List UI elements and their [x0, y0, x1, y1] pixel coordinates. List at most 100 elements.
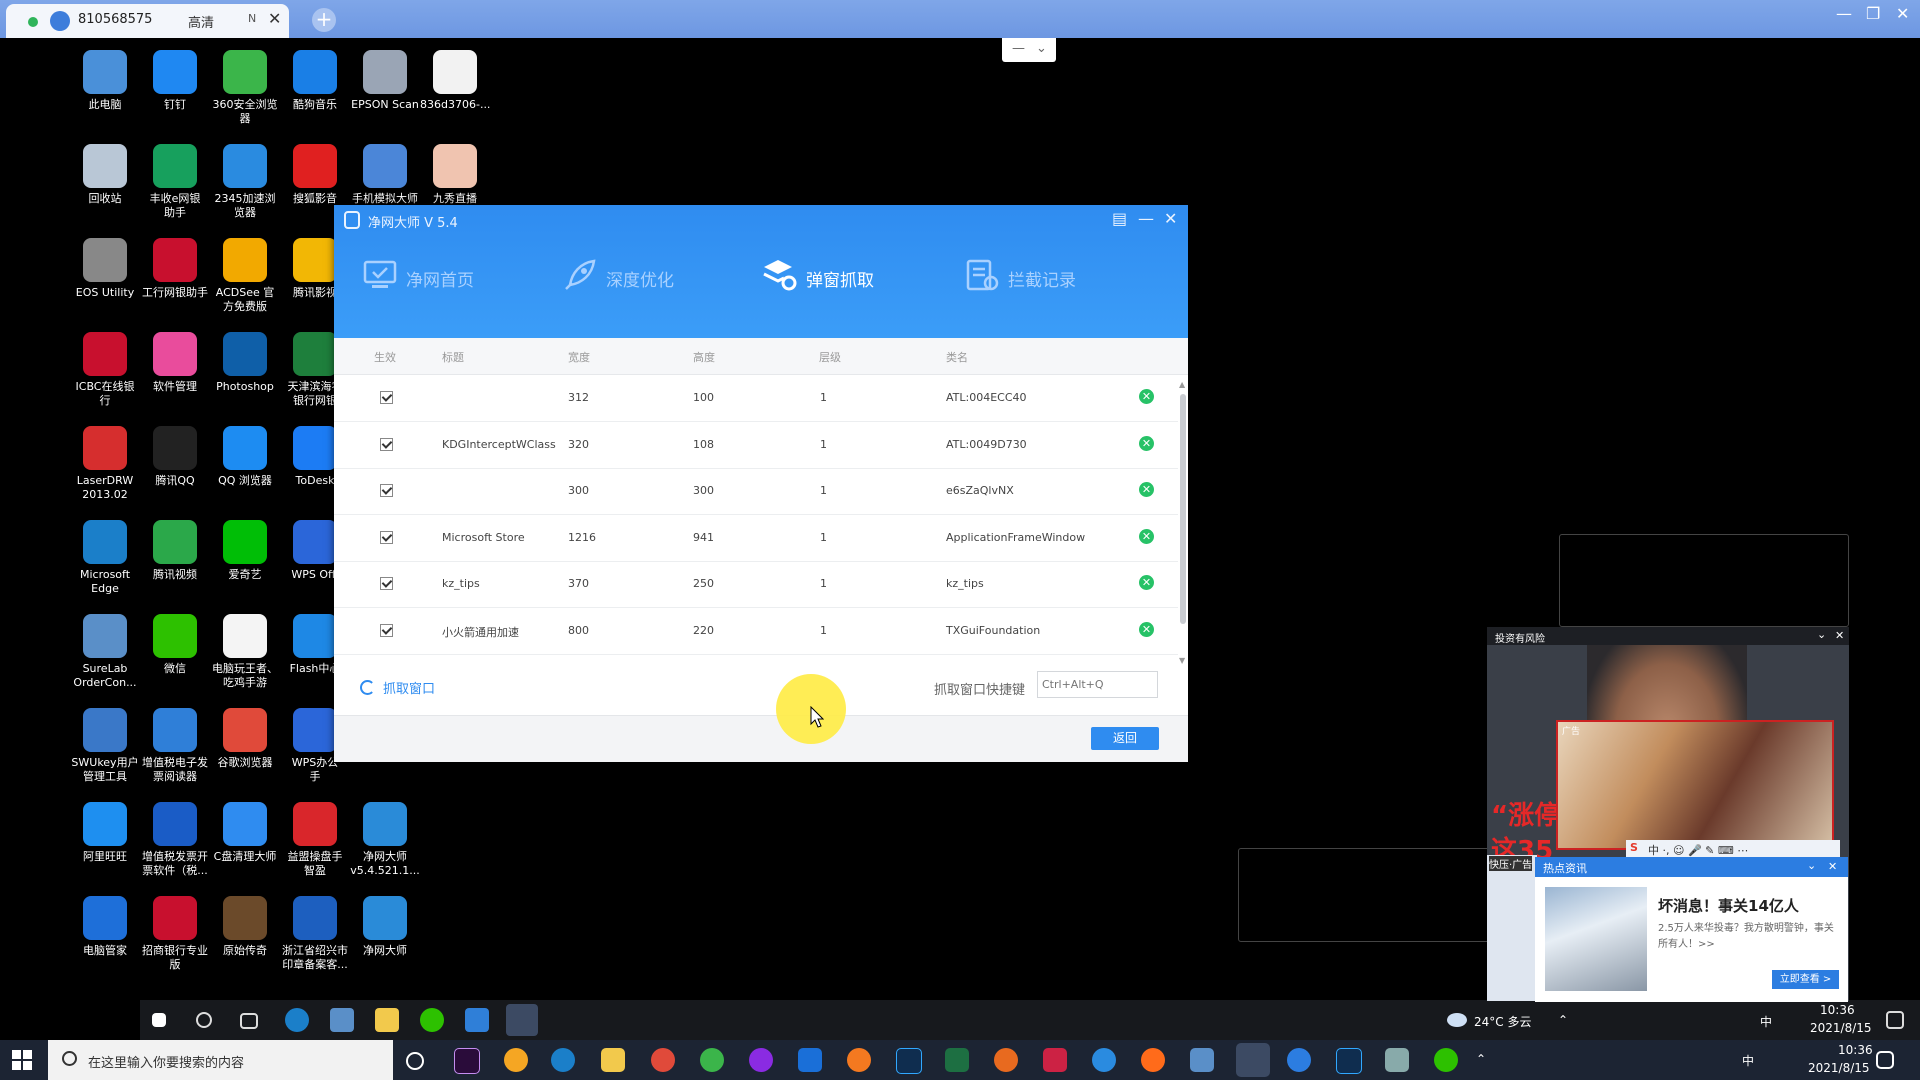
- news-image[interactable]: [1545, 887, 1647, 991]
- table-row[interactable]: Microsoft Store 1216 941 1 ApplicationFrameW…: [334, 515, 1178, 562]
- remove-row-icon[interactable]: ✕: [1139, 621, 1154, 637]
- table-row[interactable]: 312 100 1 ATL:004ECC40 ✕: [334, 375, 1178, 422]
- desktop-icon[interactable]: 增值税电子发 票阅读器: [140, 702, 210, 790]
- desktop-icon[interactable]: 酷狗音乐: [280, 44, 350, 132]
- surelab-icon[interactable]: [330, 1008, 354, 1032]
- news-view-button[interactable]: 立即查看 >: [1772, 970, 1839, 989]
- expand-icon[interactable]: ⌄: [1817, 628, 1826, 641]
- menu-icon[interactable]: ▤: [1112, 209, 1127, 228]
- desktop-icon[interactable]: 836d3706-...: [420, 44, 490, 132]
- x-app-icon[interactable]: [749, 1048, 773, 1072]
- app-triangle-icon[interactable]: [504, 1048, 528, 1072]
- chevron-down-icon[interactable]: ⌄: [1036, 41, 1047, 56]
- enabled-checkbox[interactable]: [380, 391, 393, 404]
- wechat-icon[interactable]: [420, 1008, 444, 1032]
- ie-browser-icon[interactable]: [285, 1008, 309, 1032]
- desktop-icon[interactable]: 360安全浏览 器: [210, 44, 280, 132]
- file-explorer-icon[interactable]: [601, 1048, 625, 1072]
- scroll-down-icon[interactable]: ▼: [1179, 656, 1185, 665]
- photoshop-icon[interactable]: [896, 1048, 922, 1074]
- table-row[interactable]: kz_tips 370 250 1 kz_tips ✕: [334, 561, 1178, 608]
- enabled-checkbox[interactable]: [380, 577, 393, 590]
- desktop-icon[interactable]: 招商银行专业 版: [140, 890, 210, 978]
- hotkey-input[interactable]: [1037, 671, 1158, 698]
- table-scrollbar[interactable]: ▲ ▼: [1178, 380, 1188, 665]
- app-note-icon[interactable]: [1043, 1048, 1067, 1072]
- news-title[interactable]: 坏消息！事关14亿人: [1658, 895, 1799, 916]
- desktop-icon[interactable]: SWUkey用户 管理工具: [70, 702, 140, 790]
- desktop-icon[interactable]: 阿里旺旺: [70, 796, 140, 884]
- windows-start-icon[interactable]: [12, 1050, 32, 1070]
- desktop-icon[interactable]: ACDSee 官 方免费版: [210, 232, 280, 320]
- notification-icon[interactable]: [1886, 1011, 1904, 1029]
- app-generic-icon[interactable]: [1385, 1048, 1409, 1072]
- chrome-icon[interactable]: [651, 1048, 675, 1072]
- enabled-checkbox[interactable]: [380, 530, 393, 544]
- desktop-icon[interactable]: 电脑管家: [70, 890, 140, 978]
- remove-row-icon[interactable]: ✕: [1139, 482, 1154, 497]
- game-ad-image[interactable]: 广告: [1556, 720, 1834, 850]
- desktop-icon[interactable]: 原始传奇: [210, 890, 280, 978]
- desktop-icon[interactable]: 谷歌浏览器: [210, 702, 280, 790]
- enabled-checkbox[interactable]: [380, 437, 393, 451]
- desktop-icon[interactable]: 电脑玩王者、 吃鸡手游: [210, 608, 280, 696]
- action-center-icon[interactable]: [1876, 1051, 1894, 1069]
- excel-icon[interactable]: [945, 1048, 969, 1072]
- back-button[interactable]: 返回: [1091, 727, 1159, 750]
- desktop-icon[interactable]: 益盟操盘手 智盈: [280, 796, 350, 884]
- remove-row-icon[interactable]: ✕: [1139, 528, 1154, 544]
- search-icon[interactable]: [196, 1012, 212, 1028]
- remove-row-icon[interactable]: ✕: [1139, 575, 1154, 590]
- close-tab-button[interactable]: ✕: [268, 9, 281, 28]
- desktop-icon[interactable]: 净网大师: [350, 890, 420, 978]
- desktop-icon[interactable]: 此电脑: [70, 44, 140, 132]
- 360-browser-icon[interactable]: [700, 1048, 724, 1072]
- desktop-icon[interactable]: C盘清理大师: [210, 796, 280, 884]
- remote-mini-toolbar[interactable]: — ⌄: [1002, 38, 1056, 62]
- app-3-icon[interactable]: [798, 1048, 822, 1072]
- task-view-icon[interactable]: [240, 1013, 258, 1029]
- remote-session-tab[interactable]: 810568575 高清 N ✕: [6, 4, 289, 38]
- app-face-icon[interactable]: [994, 1048, 1018, 1072]
- firefox-icon[interactable]: [1141, 1048, 1165, 1072]
- desktop-icon[interactable]: 腾讯视频: [140, 514, 210, 602]
- app-g-icon[interactable]: [847, 1048, 871, 1072]
- app-f-icon[interactable]: [1092, 1048, 1116, 1072]
- close-window-button[interactable]: ✕: [1896, 4, 1909, 23]
- app-window-icon[interactable]: [465, 1008, 489, 1032]
- desktop-icon[interactable]: EPSON Scan: [350, 44, 420, 132]
- desktop-icon[interactable]: Photoshop: [210, 326, 280, 414]
- file-explorer-icon[interactable]: [375, 1008, 399, 1032]
- tray-chevron-up-icon[interactable]: ⌃: [1558, 1013, 1568, 1027]
- tray-chevron-up-icon[interactable]: ⌃: [1476, 1052, 1486, 1066]
- remove-row-icon[interactable]: ✕: [1139, 435, 1154, 451]
- enabled-checkbox[interactable]: [380, 623, 393, 637]
- windows-start-icon[interactable]: [152, 1013, 166, 1027]
- scroll-thumb[interactable]: [1180, 394, 1186, 624]
- desktop-icon[interactable]: 软件管理: [140, 326, 210, 414]
- new-tab-button[interactable]: +: [312, 8, 336, 32]
- desktop-icon[interactable]: 增值税发票开 票软件（税...: [140, 796, 210, 884]
- table-row[interactable]: 300 300 1 e6sZaQlvNX ✕: [334, 468, 1178, 515]
- taskbar-search-box[interactable]: 在这里输入你要搜索的内容: [48, 1040, 393, 1080]
- local-ime-indicator[interactable]: 中: [1742, 1052, 1754, 1069]
- todesk-active-icon[interactable]: [1236, 1043, 1270, 1077]
- desktop-icon[interactable]: 回收站: [70, 138, 140, 226]
- photoshop-2-icon[interactable]: [1336, 1048, 1362, 1074]
- desktop-icon[interactable]: SureLab OrderCon...: [70, 608, 140, 696]
- app-minimize-button[interactable]: —: [1138, 209, 1154, 228]
- cortana-icon[interactable]: [406, 1052, 424, 1070]
- jingwang-taskbar-icon[interactable]: [506, 1004, 538, 1036]
- desktop-icon[interactable]: 净网大师 v5.4.521.1...: [350, 796, 420, 884]
- desktop-icon[interactable]: 微信: [140, 608, 210, 696]
- grab-window-button[interactable]: 抓取窗口: [360, 678, 435, 697]
- desktop-icon[interactable]: 腾讯QQ: [140, 420, 210, 508]
- sogou-ime-toolbar[interactable]: S 中 ·, ☺ 🎤 ✎ ⌨ ⋯: [1626, 840, 1840, 858]
- desktop-icon[interactable]: 2345加速浏 览器: [210, 138, 280, 226]
- table-row[interactable]: 小火箭通用加速 800 220 1 TXGuiFoundation ✕: [334, 608, 1178, 655]
- desktop-icon[interactable]: Microsoft Edge: [70, 514, 140, 602]
- wechat-icon[interactable]: [1434, 1048, 1458, 1072]
- app-bird-icon[interactable]: [1190, 1048, 1214, 1072]
- app-u-icon[interactable]: [1287, 1048, 1311, 1072]
- desktop-icon[interactable]: 工行网银助手: [140, 232, 210, 320]
